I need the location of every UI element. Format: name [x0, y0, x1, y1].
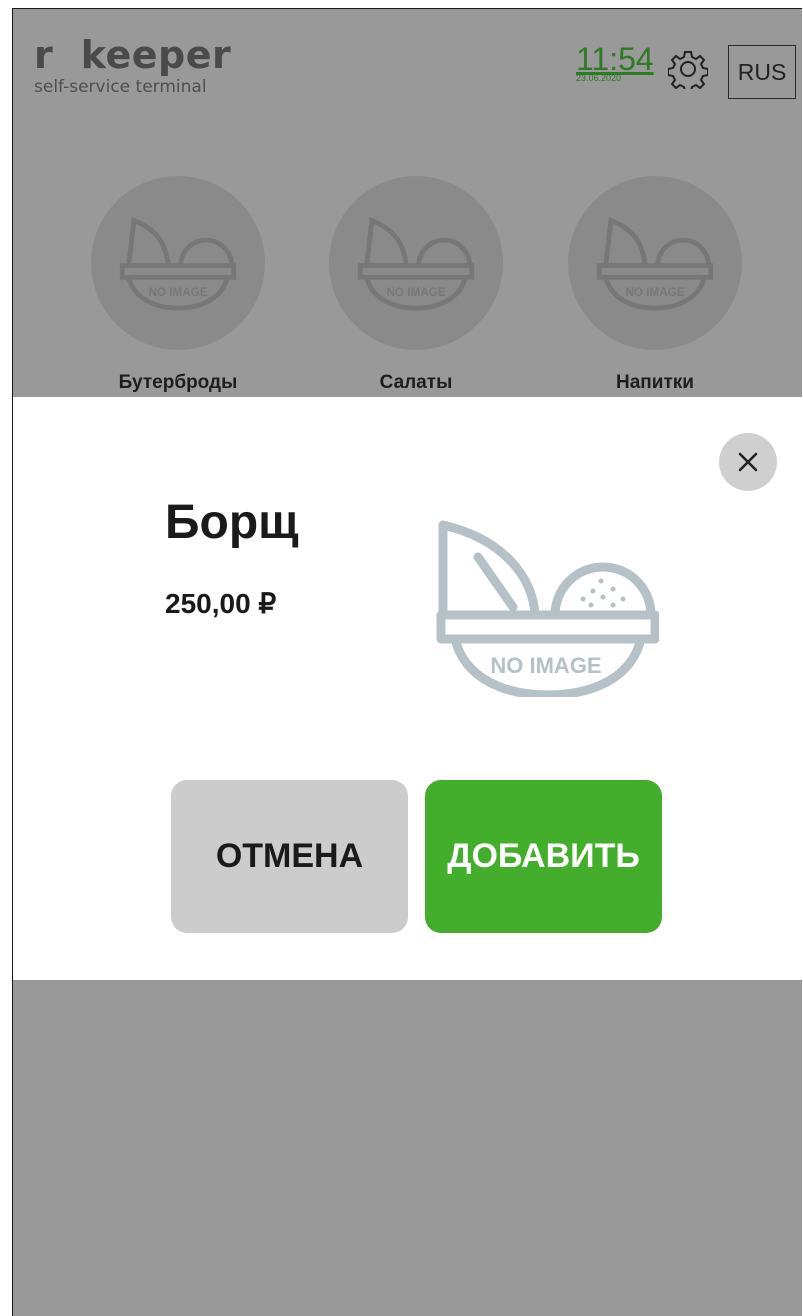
category-label: Напитки: [616, 372, 694, 393]
add-item-dialog: Борщ 250,00 ₽ NO IMAGE ОТМЕНА ДОБАВИТЬ: [13, 397, 802, 980]
no-image-text: NO IMAGE: [625, 286, 684, 299]
no-image-text: NO IMAGE: [386, 286, 445, 299]
category-image: NO IMAGE: [568, 176, 742, 350]
clock: 11:54 23.06.2020: [576, 41, 654, 83]
app-logo: r keeper self-service terminal: [34, 35, 231, 97]
close-icon: [738, 452, 758, 472]
dish-price: 250,00 ₽: [165, 588, 277, 619]
logo-tagline: self-service terminal: [34, 77, 207, 97]
cancel-button[interactable]: ОТМЕНА: [171, 780, 408, 933]
gear-icon[interactable]: [667, 49, 709, 93]
category-image: NO IMAGE: [91, 176, 265, 350]
dish-image: NO IMAGE: [433, 517, 660, 700]
dish-name: Борщ: [165, 496, 299, 549]
category-tile[interactable]: NO IMAGE Напитки: [567, 176, 743, 394]
clock-time: 11:54: [576, 41, 654, 77]
category-image: NO IMAGE: [329, 176, 503, 350]
no-image-text: NO IMAGE: [148, 286, 207, 299]
category-tile[interactable]: NO IMAGE Бутерброды: [90, 176, 266, 394]
no-image-text: NO IMAGE: [490, 653, 601, 678]
logo-brand: r keeper: [34, 33, 232, 77]
add-button[interactable]: ДОБАВИТЬ: [425, 780, 662, 933]
category-label: Салаты: [379, 372, 453, 393]
close-button[interactable]: [719, 433, 777, 491]
category-label: Бутерброды: [118, 372, 238, 393]
category-tile[interactable]: NO IMAGE Салаты: [328, 176, 504, 394]
kiosk-screen: r keeper self-service terminal 11:54 23.…: [12, 8, 802, 1316]
language-button[interactable]: RUS: [728, 45, 796, 99]
